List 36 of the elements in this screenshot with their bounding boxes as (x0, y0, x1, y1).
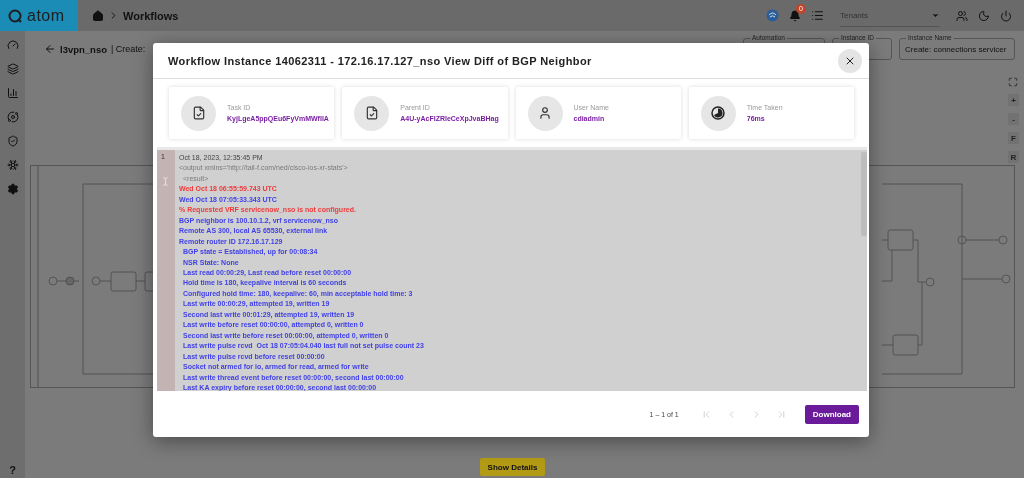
download-button[interactable]: Download (804, 404, 859, 424)
gauge-icon[interactable] (6, 39, 19, 51)
logo-text: atom (27, 6, 65, 25)
scrollbar-thumb[interactable] (861, 152, 867, 236)
page-title: l3vpn_nso (60, 43, 107, 55)
breadcrumb-item[interactable]: Workflows (123, 9, 179, 22)
orbit-icon[interactable] (6, 111, 19, 123)
settings-icon[interactable] (6, 183, 19, 195)
layers-icon[interactable] (6, 63, 19, 75)
show-details-button[interactable]: Show Details (479, 458, 546, 476)
status-icon[interactable] (766, 9, 779, 22)
user-icon (538, 106, 552, 120)
file-check-icon (191, 106, 206, 120)
half-circle-icon (711, 106, 726, 120)
file-check-icon (364, 106, 379, 120)
zoom-button[interactable]: + (1008, 94, 1019, 106)
page-subtitle: | Create: (111, 44, 146, 54)
bar-chart-icon[interactable] (6, 87, 19, 99)
close-button[interactable] (838, 48, 862, 73)
dialog-title: Workflow Instance 14062311 - 172.16.17.127_nso View Diff of BGP Neighbor (168, 54, 592, 67)
logo-icon (8, 8, 22, 23)
back-icon[interactable] (44, 43, 56, 55)
users-icon[interactable] (956, 9, 968, 22)
text-cursor-icon (161, 177, 170, 186)
home-icon[interactable] (92, 9, 104, 22)
shield-icon[interactable] (6, 135, 19, 147)
zoom-button[interactable]: R (1008, 151, 1019, 163)
moon-icon[interactable] (978, 9, 990, 22)
fit-icon[interactable] (1008, 77, 1018, 87)
snowflake-icon[interactable] (6, 159, 19, 171)
notifications-icon[interactable] (789, 9, 801, 22)
power-icon[interactable] (1000, 9, 1012, 22)
zoom-button[interactable]: F (1008, 132, 1019, 144)
help-link[interactable]: ? (9, 464, 16, 476)
list-icon[interactable] (811, 9, 824, 22)
zoom-button[interactable]: - (1008, 113, 1019, 125)
